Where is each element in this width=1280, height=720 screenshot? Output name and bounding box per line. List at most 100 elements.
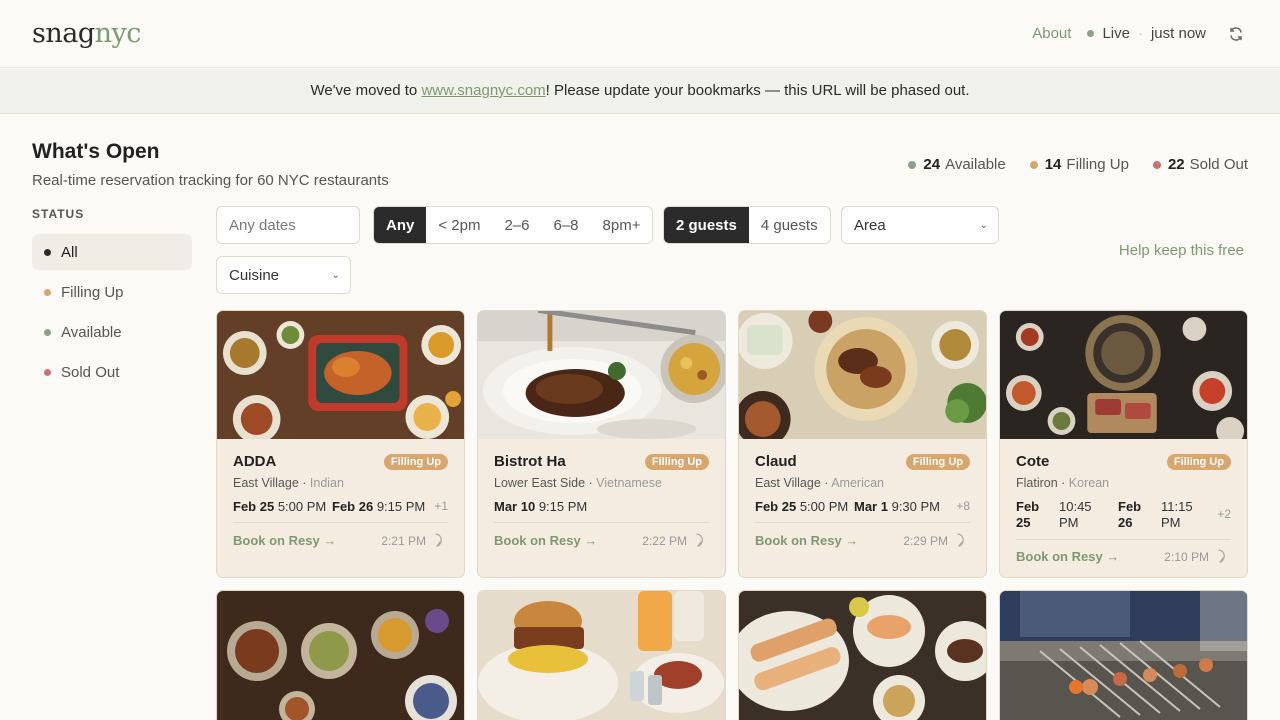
last-checked-time: 2:21 PM [381, 534, 426, 548]
chevron-down-icon: ⌄ [331, 269, 340, 281]
dates-input[interactable] [216, 206, 360, 244]
food-photo [217, 311, 464, 439]
food-photo [478, 591, 725, 720]
resy-hook-icon [957, 533, 964, 547]
last-checked-time: 2:10 PM [1164, 550, 1209, 564]
food-photo [739, 591, 986, 720]
status-dot [44, 288, 51, 296]
status-filter-available[interactable]: Available [32, 314, 192, 350]
slot-date: Feb 26 [1118, 499, 1142, 530]
guests-option-2[interactable]: 2 guests [664, 207, 749, 243]
time-option-8pm-plus[interactable]: 8pm+ [591, 207, 653, 243]
reservation-slot[interactable]: Feb 25 5:00 PM [233, 499, 326, 514]
reservation-slot[interactable]: Mar 1 9:30 PM [854, 499, 940, 514]
status-dot [44, 328, 51, 336]
status-badge: Filling Up [644, 454, 709, 470]
time-option-any[interactable]: Any [374, 207, 427, 243]
cuisine-select[interactable]: Cuisine ⌄ [216, 256, 351, 294]
restaurant-name: ADDA [233, 453, 277, 470]
restaurant-name: Cote [1016, 453, 1050, 470]
reservation-slot[interactable]: Feb 25 10:45 PM [1016, 499, 1111, 531]
status-label: All [61, 243, 78, 261]
logo[interactable]: snagnyc [32, 18, 141, 49]
time-option-before-2pm[interactable]: < 2pm [426, 207, 492, 243]
summary-label: Filling Up [1066, 156, 1129, 173]
restaurant-location: Flatiron · Korean [1016, 476, 1110, 490]
status-label: Sold Out [61, 363, 120, 381]
reservation-slot[interactable]: Mar 10 9:15 PM [494, 499, 587, 514]
slot-date: Feb 26 [332, 499, 374, 514]
status-filter-all[interactable]: All [32, 234, 192, 270]
live-label: Live [1102, 25, 1130, 42]
slot-date: Feb 25 [233, 499, 275, 514]
area-select[interactable]: Area ⌄ [841, 206, 999, 244]
refresh-icon[interactable] [1228, 26, 1244, 42]
more-slots-count[interactable]: +2 [1217, 507, 1231, 521]
restaurant-card[interactable] [999, 590, 1248, 720]
time-option-2-6[interactable]: 2–6 [492, 207, 541, 243]
food-photo [217, 591, 464, 720]
more-slots-count[interactable]: +1 [434, 499, 448, 513]
guests-option-4[interactable]: 4 guests [749, 207, 830, 243]
banner-link[interactable]: www.snagnyc.com [421, 82, 545, 99]
resy-hook-icon [1218, 549, 1225, 563]
more-slots-count[interactable]: +8 [956, 499, 970, 513]
book-on-resy-link[interactable]: Book on Resy → [755, 533, 858, 548]
restaurant-card[interactable]: Claud Filling Up East Village · American… [738, 310, 987, 578]
resy-hook-icon [435, 533, 442, 547]
restaurant-card[interactable]: Cote Filling Up Flatiron · Korean Feb 25… [999, 310, 1248, 578]
status-filter-filling-up[interactable]: Filling Up [32, 274, 192, 310]
summary-available: 24 Available [908, 156, 1006, 173]
food-photo [478, 311, 725, 439]
reservation-slot[interactable]: Feb 26 9:15 PM [332, 499, 425, 514]
slot-time: 5:00 PM [799, 499, 849, 514]
time-filter: Any < 2pm 2–6 6–8 8pm+ [373, 206, 654, 244]
restaurant-card[interactable] [216, 590, 465, 720]
time-option-6-8[interactable]: 6–8 [541, 207, 590, 243]
restaurant-name: Bistrot Ha [494, 453, 566, 470]
reservation-slot[interactable]: Feb 26 11:15 PM [1118, 499, 1213, 531]
status-badge: Filling Up [1166, 454, 1231, 470]
food-photo [1000, 311, 1247, 439]
restaurant-card[interactable]: ADDA Filling Up East Village · Indian Fe… [216, 310, 465, 578]
last-checked-time: 2:29 PM [903, 534, 948, 548]
logo-accent: nyc [94, 18, 142, 49]
card-divider [1016, 539, 1231, 540]
slot-time: 11:15 PM [1161, 499, 1193, 530]
restaurant-name: Claud [755, 453, 797, 470]
cuisine-select-value: Cuisine [229, 266, 280, 284]
status-label: Filling Up [61, 283, 124, 301]
book-on-resy-link[interactable]: Book on Resy → [233, 533, 336, 548]
restaurant-location: Lower East Side · Vietnamese [494, 476, 662, 490]
status-dot [44, 248, 51, 256]
reservation-slot[interactable]: Feb 25 5:00 PM [755, 499, 848, 514]
restaurant-card[interactable]: Bistrot Ha Filling Up Lower East Side · … [477, 310, 726, 578]
summary-filling-up: 14 Filling Up [1029, 156, 1129, 173]
summary-count: 24 [923, 156, 941, 173]
slot-date: Feb 25 [1016, 499, 1040, 530]
top-header: snagnyc About Live · just now [0, 0, 1280, 68]
sold-out-dot [1152, 160, 1161, 169]
slot-time: 9:15 PM [376, 499, 426, 514]
book-on-resy-link[interactable]: Book on Resy → [494, 533, 597, 548]
area-text: East Village [233, 476, 299, 490]
available-dot [908, 160, 917, 169]
slot-time: 9:30 PM [891, 499, 941, 514]
restaurant-card[interactable] [477, 590, 726, 720]
book-on-resy-link[interactable]: Book on Resy → [1016, 549, 1119, 564]
status-label: Available [61, 323, 122, 341]
filling-up-dot [1029, 160, 1038, 169]
summary-label: Available [945, 156, 1006, 173]
restaurant-card[interactable] [738, 590, 987, 720]
separator-dot: · [1137, 25, 1143, 42]
reservation-slots: Mar 10 9:15 PM [494, 499, 709, 535]
about-link[interactable]: About [1032, 25, 1071, 42]
status-dot [44, 368, 51, 376]
restaurant-location: East Village · American [755, 476, 885, 490]
card-divider [233, 522, 448, 523]
status-filter-sold-out[interactable]: Sold Out [32, 354, 192, 390]
help-keep-free-link[interactable]: Help keep this free [1119, 242, 1244, 259]
status-summary: 24 Available 14 Filling Up 22 Sold Out [884, 156, 1248, 173]
area-text: Flatiron [1016, 476, 1058, 490]
banner-text-before: We've moved to [310, 82, 422, 99]
